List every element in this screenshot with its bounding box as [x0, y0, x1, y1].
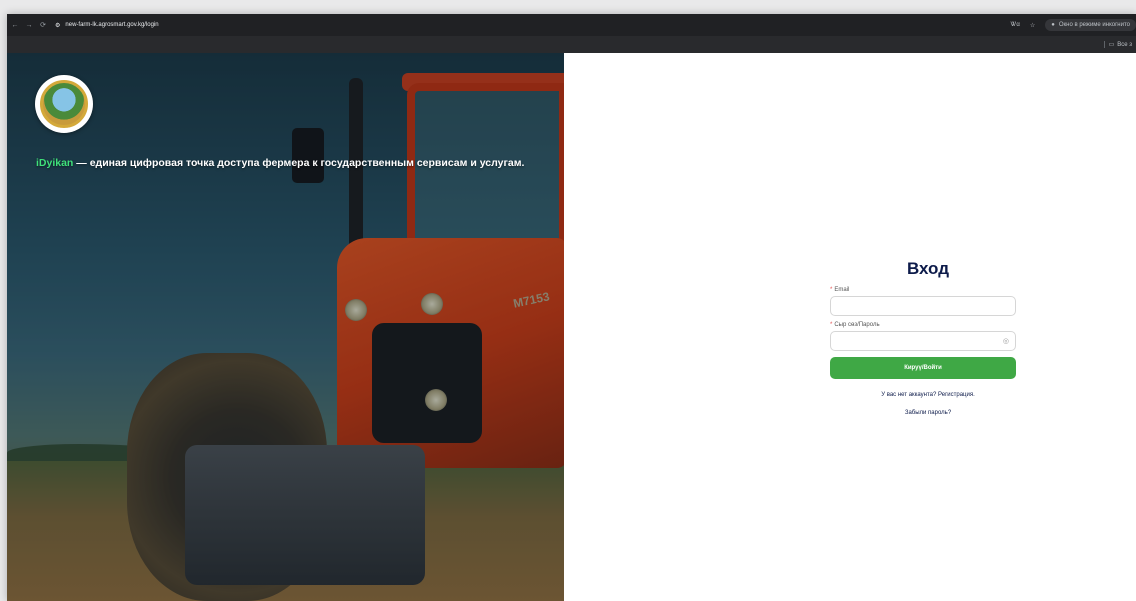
translate-icon[interactable]: Ꮤα: [1011, 22, 1020, 29]
page-content: M7153 iDyikan — единая цифровая точка до…: [7, 53, 1136, 601]
required-mark: *: [830, 287, 833, 293]
bookmarks-label: Все з: [1117, 41, 1132, 48]
login-panel: Вход * Email * Сыр сөз/Пароль ◎ Кируү/Войт…: [564, 53, 1136, 601]
folder-icon: ▭: [1108, 42, 1115, 48]
password-label-text: Сыр сөз/Пароль: [834, 322, 880, 328]
forgot-password-link[interactable]: Забыли пароль?: [840, 410, 1016, 416]
incognito-badge[interactable]: ● Окно в режиме инкогнито: [1045, 19, 1136, 31]
password-label: * Сыр сөз/Пароль: [830, 322, 1016, 328]
back-icon[interactable]: ←: [9, 22, 21, 29]
email-field[interactable]: [830, 296, 1016, 316]
incognito-icon: ●: [1051, 22, 1055, 28]
login-form: Вход * Email * Сыр сөз/Пароль ◎ Кируү/Войт…: [830, 259, 1016, 416]
hero-tagline: iDyikan — единая цифровая точка доступа …: [36, 157, 524, 169]
hero-image: M7153 iDyikan — единая цифровая точка до…: [7, 53, 564, 601]
all-bookmarks-button[interactable]: ▭ Все з: [1103, 41, 1136, 48]
brand-name: iDyikan: [36, 157, 74, 169]
email-label-text: Email: [834, 287, 850, 293]
star-icon[interactable]: ☆: [1030, 22, 1035, 29]
address-bar[interactable]: ⚙ new-farm-lk.agrosmart.gov.kg/login: [55, 22, 159, 29]
login-button[interactable]: Кируү/Войти: [830, 357, 1016, 379]
required-mark: *: [830, 322, 833, 328]
url-text: new-farm-lk.agrosmart.gov.kg/login: [65, 22, 159, 28]
reload-icon[interactable]: ⟳: [37, 21, 49, 29]
password-field[interactable]: ◎: [830, 331, 1016, 351]
incognito-label: Окно в режиме инкогнито: [1058, 22, 1130, 28]
emblem-icon: [40, 80, 88, 128]
forward-icon[interactable]: →: [23, 22, 35, 29]
bookmarks-bar: ▭ Все з: [7, 36, 1136, 53]
browser-window: ← → ⟳ ⚙ new-farm-lk.agrosmart.gov.kg/log…: [7, 14, 1136, 601]
tagline-text: — единая цифровая точка доступа фермера …: [73, 157, 525, 169]
hero-overlay: [7, 53, 564, 601]
page-title: Вход: [906, 259, 950, 278]
site-info-icon[interactable]: ⚙: [55, 22, 60, 29]
register-link[interactable]: У вас нет аккаунта? Регистрация.: [840, 392, 1016, 398]
eye-icon[interactable]: ◎: [1003, 337, 1009, 345]
browser-toolbar: ← → ⟳ ⚙ new-farm-lk.agrosmart.gov.kg/log…: [7, 14, 1136, 36]
ministry-logo: [35, 75, 93, 133]
email-label: * Email: [830, 287, 1016, 293]
